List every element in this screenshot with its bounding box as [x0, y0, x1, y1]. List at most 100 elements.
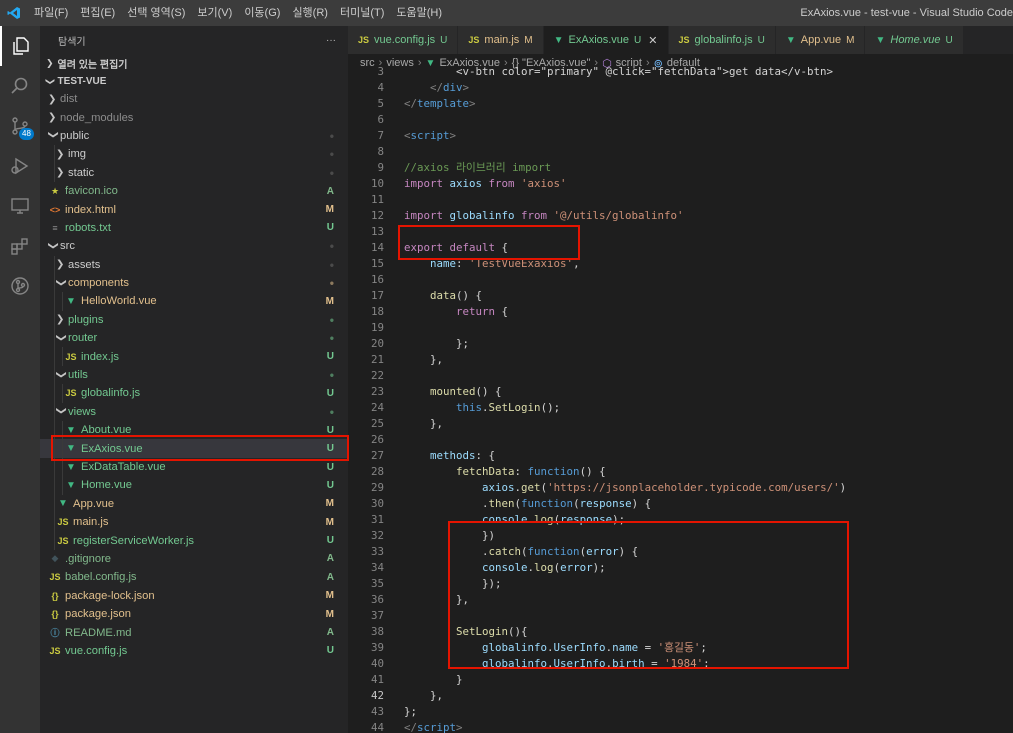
tree-item-index-html[interactable]: <> index.html M — [40, 200, 348, 218]
tree-item-img[interactable]: ❯ img • — [40, 145, 348, 164]
tab-label: globalinfo.js — [694, 34, 753, 46]
tree-item-src[interactable]: ❯ src • — [40, 237, 348, 255]
extensions-icon[interactable] — [0, 226, 40, 266]
code-line: 18 return { — [348, 304, 1013, 320]
tree-item-static[interactable]: ❯ static • — [40, 163, 348, 182]
tree-item-label: public — [60, 129, 90, 142]
tree-item-public[interactable]: ❯ public • — [40, 127, 348, 145]
code-token: div — [443, 81, 463, 94]
source-control-icon[interactable]: 48 — [0, 106, 40, 146]
line-number: 40 — [370, 657, 384, 670]
menu-item[interactable]: 선택 영역(S) — [121, 0, 191, 26]
run-debug-icon[interactable] — [0, 146, 40, 186]
tab-exaxios-vue[interactable]: ▼ ExAxios.vue U ✕ — [543, 26, 669, 54]
git-status-badge: • — [329, 312, 334, 327]
code-token: }; — [404, 705, 418, 718]
tree-item-vue-config-js[interactable]: JS vue.config.js U — [40, 642, 348, 660]
code-token: > — [449, 129, 457, 142]
menu-item[interactable]: 보기(V) — [191, 0, 238, 26]
menu-item[interactable]: 이동(G) — [238, 0, 286, 26]
code-token: { — [501, 305, 509, 318]
tab-git-flag: U — [440, 34, 448, 46]
tree-item-helloworld-vue[interactable]: ▼ HelloWorld.vue M — [40, 292, 348, 311]
tree-item-favicon-ico[interactable]: ★ favicon.ico A — [40, 182, 348, 200]
code-token: . — [404, 497, 489, 510]
json-file-icon: {} — [51, 590, 59, 601]
code-line: 20 }; — [348, 336, 1013, 352]
tree-item-registerserviceworker-js[interactable]: JS registerServiceWorker.js U — [40, 531, 348, 550]
line-number: 37 — [370, 609, 384, 622]
tree-item-label: components — [68, 277, 129, 290]
code-text: return { — [384, 304, 508, 320]
line-number: 43 — [370, 705, 384, 718]
tree-item-label: vue.config.js — [65, 644, 128, 657]
tree-item-package-lock-json[interactable]: {} package-lock.json M — [40, 587, 348, 605]
code-line: 9 //axios 라이브러리 import — [348, 160, 1013, 176]
code-editor[interactable]: 3 <v-btn color="primary" @click="fetchDa… — [348, 64, 1013, 733]
js-file-icon: JS — [678, 35, 690, 45]
tree-item-index-js[interactable]: JS index.js U — [40, 347, 348, 366]
tab-globalinfo-js[interactable]: JS globalinfo.js U — [668, 26, 776, 54]
line-number: 21 — [370, 353, 384, 366]
import-highlight-box — [398, 225, 580, 260]
tab-vue-config-js[interactable]: JS vue.config.js U — [348, 26, 459, 54]
menu-item[interactable]: 편집(E) — [74, 0, 121, 26]
vscode-logo-icon — [0, 0, 28, 26]
chevron-right-icon: ❯ — [48, 112, 57, 124]
tree-item-label: router — [68, 332, 98, 345]
tree-item--gitignore[interactable]: ◆ .gitignore A — [40, 550, 348, 568]
tree-item-label: node_modules — [60, 111, 134, 124]
menu-item[interactable]: 실행(R) — [286, 0, 334, 26]
tree-item-node-modules[interactable]: ❯ node_modules — [40, 108, 348, 126]
explorer-icon[interactable] — [0, 26, 40, 66]
tree-item-globalinfo-js[interactable]: JS globalinfo.js U — [40, 384, 348, 403]
code-token: </ — [430, 81, 444, 94]
code-text: }, — [384, 416, 443, 432]
tree-item-views[interactable]: ❯ views • — [40, 402, 348, 422]
tab-home-vue[interactable]: ▼ Home.vue U — [865, 26, 964, 54]
code-line: 30 .then(function(response) { — [348, 496, 1013, 512]
tab-app-vue[interactable]: ▼ App.vue M — [775, 26, 866, 54]
tree-item-components[interactable]: ❯ components • — [40, 273, 348, 293]
tree-item-label: favicon.ico — [65, 185, 118, 198]
search-icon[interactable] — [0, 66, 40, 106]
tree-item-label: babel.config.js — [65, 571, 137, 584]
open-editors-section[interactable]: ❯ 열려 있는 편집기 — [40, 54, 348, 72]
tree-item-robots-txt[interactable]: ≡ robots.txt U — [40, 219, 348, 237]
git-status-badge: U — [326, 645, 334, 657]
menu-item[interactable]: 파일(F) — [28, 0, 74, 26]
tree-item-label: dist — [60, 93, 78, 106]
code-token: 'axios' — [521, 177, 567, 190]
tree-item-babel-config-js[interactable]: JS babel.config.js A — [40, 568, 348, 586]
code-token: > — [456, 721, 463, 733]
tree-item-dist[interactable]: ❯ dist — [40, 90, 348, 108]
tree-item-readme-md[interactable]: ⓘ README.md A — [40, 623, 348, 641]
tree-item-home-vue[interactable]: ▼ Home.vue U — [40, 476, 348, 495]
tree-item-label: ExDataTable.vue — [81, 461, 166, 473]
project-section[interactable]: ❯ TEST-VUE — [40, 72, 348, 90]
code-text: <script> — [384, 128, 456, 144]
tree-item-router[interactable]: ❯ router • — [40, 329, 348, 348]
git-graph-icon[interactable] — [0, 266, 40, 306]
tree-item-label: index.js — [81, 350, 119, 363]
indent-guide — [62, 476, 63, 495]
tree-item-utils[interactable]: ❯ utils • — [40, 365, 348, 385]
tree-item-label: README.md — [65, 626, 132, 639]
close-icon[interactable]: ✕ — [648, 34, 657, 47]
code-token: : { — [475, 449, 496, 462]
info-file-icon: ⓘ — [50, 628, 60, 639]
remote-explorer-icon[interactable] — [0, 186, 40, 226]
menu-item[interactable]: 터미널(T) — [334, 0, 390, 26]
tree-item-package-json[interactable]: {} package.json M — [40, 605, 348, 623]
code-line: 6 — [348, 112, 1013, 128]
code-token: function — [521, 497, 574, 510]
tree-item-assets[interactable]: ❯ assets • — [40, 255, 348, 274]
menu-item[interactable]: 도움말(H) — [390, 0, 448, 26]
git-status-badge: • — [329, 276, 334, 291]
tree-item-plugins[interactable]: ❯ plugins • — [40, 310, 348, 330]
tab-main-js[interactable]: JS main.js M — [458, 26, 544, 54]
more-actions-icon[interactable]: ··· — [326, 35, 336, 46]
line-number: 13 — [370, 225, 384, 238]
tree-item-app-vue[interactable]: ▼ App.vue M — [40, 494, 348, 513]
tree-item-main-js[interactable]: JS main.js M — [40, 512, 348, 532]
